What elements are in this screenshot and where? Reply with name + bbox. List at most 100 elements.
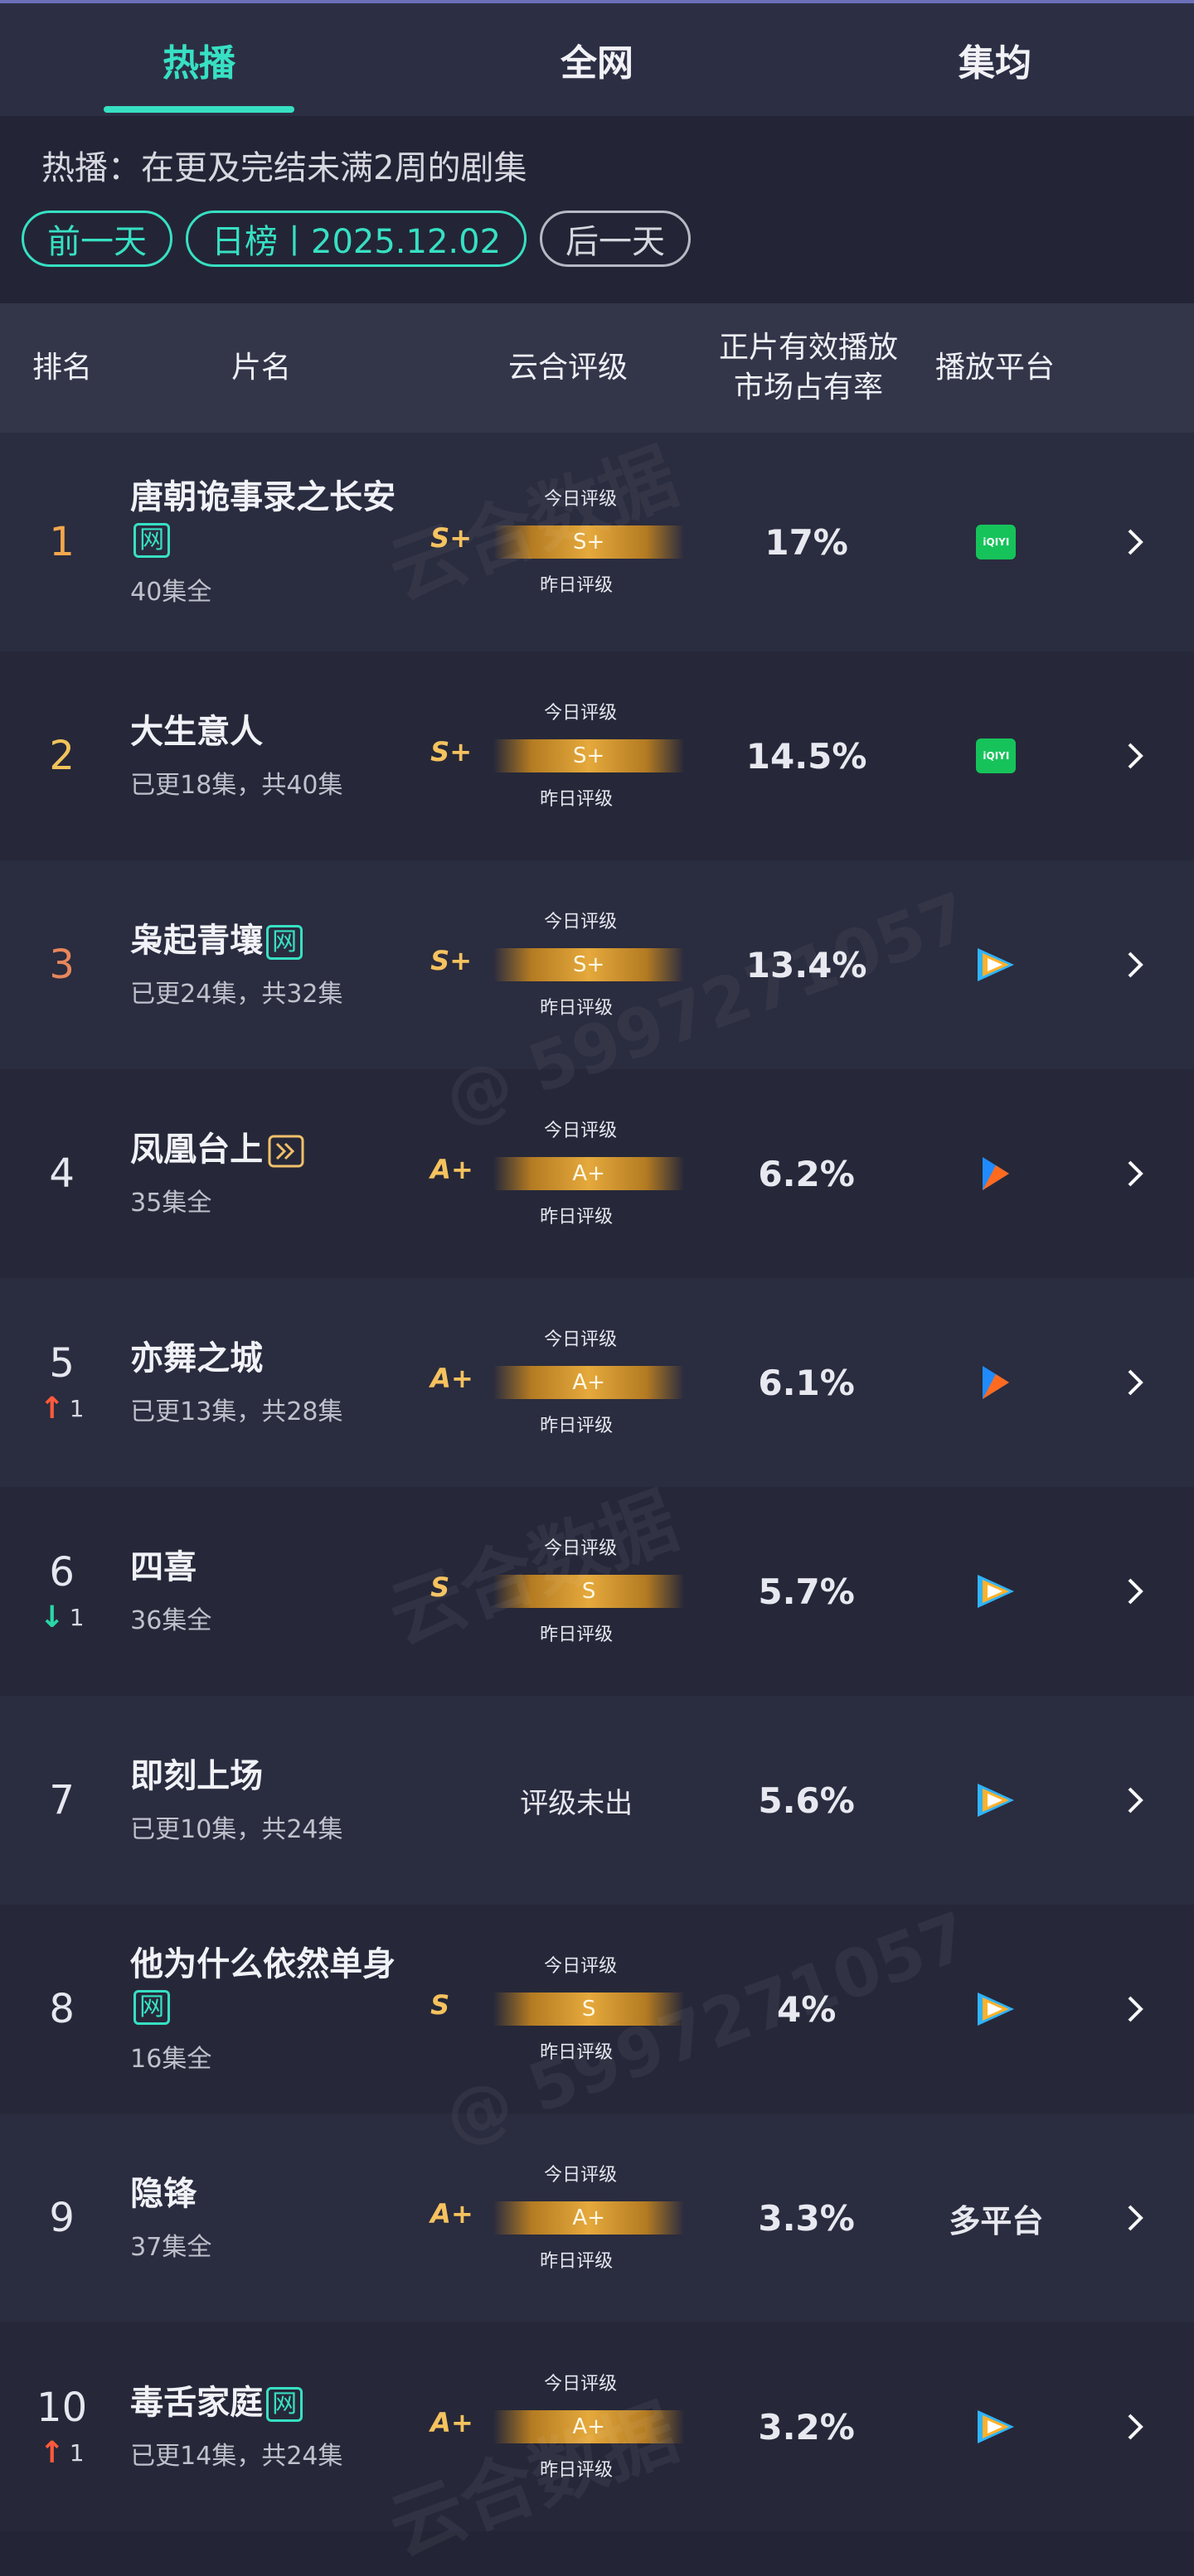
drama-title[interactable]: 他为什么依然单身	[130, 1945, 396, 1983]
fast-forward-badge-icon	[268, 1135, 304, 1168]
drama-title[interactable]: 亦舞之城	[130, 1339, 263, 1378]
row-detail-chevron-icon[interactable]	[1079, 2203, 1194, 2233]
rank-number: 7	[49, 1777, 75, 1823]
today-grade-label: 今日评级	[544, 489, 618, 510]
grade-cell: 今日评级 A+ A+ 昨日评级	[427, 1316, 699, 1449]
grade-letter: A+	[430, 2407, 473, 2438]
tencent-video-icon	[978, 1784, 1015, 1817]
tab-all-network[interactable]: 全网	[398, 3, 796, 116]
drama-title[interactable]: 唐朝诡事录之长安	[130, 478, 396, 516]
grade-bar-value: A+	[572, 1370, 605, 1395]
platform-cell	[914, 2407, 1079, 2447]
row-detail-chevron-icon[interactable]	[1079, 950, 1194, 980]
rank-number: 6	[49, 1548, 75, 1595]
arrow-up-icon: ↑	[39, 1391, 65, 1426]
today-grade-label: 今日评级	[544, 912, 618, 932]
table-row[interactable]: 3 枭起青壤网 已更24集，共32集 今日评级 S+ S+ 昨日评级 13.4%	[0, 860, 1194, 1069]
table-row[interactable]: 5 ↑ 1 亦舞之城 已更13集，共28集 今日评级 A+ A+ 昨日评级 6.…	[0, 1278, 1194, 1487]
grade-letter: A+	[430, 1363, 473, 1394]
tab-bar: 热播 全网 集均	[0, 3, 1194, 116]
episode-status: 已更14集，共24集	[130, 2442, 343, 2471]
grade-bar-value: S	[581, 1997, 596, 2022]
episode-status: 已更24集，共32集	[130, 980, 343, 1009]
rank-cell: 1	[0, 519, 124, 565]
grade-letter: S+	[430, 736, 473, 767]
table-row[interactable]: 1 唐朝诡事录之长安网 40集全 今日评级 S+ S+ 昨日评级 17% iQIY…	[0, 433, 1194, 651]
table-row[interactable]: 10 ↑ 1 毒舌家庭网 已更14集，共24集 今日评级 A+ A+ 昨日评级 …	[0, 2322, 1194, 2531]
title-cell: 大生意人 已更18集，共40集	[124, 711, 427, 801]
drama-title[interactable]: 凤凰台上	[130, 1131, 263, 1169]
today-grade-label: 今日评级	[544, 1121, 618, 1141]
table-row[interactable]: 8 他为什么依然单身网 16集全 今日评级 S S 昨日评级 4%	[0, 1905, 1194, 2114]
row-detail-chevron-icon[interactable]	[1079, 1368, 1194, 1397]
row-detail-chevron-icon[interactable]	[1079, 1785, 1194, 1815]
platform-cell: iQIYI	[914, 738, 1079, 773]
table-row[interactable]: 7 即刻上场 已更10集，共24集 评级未出 5.6%	[0, 1696, 1194, 1905]
grade-bar: S	[493, 1575, 685, 1608]
drama-title[interactable]: 四喜	[130, 1548, 197, 1586]
today-grade-label: 今日评级	[544, 1329, 618, 1350]
rank-change-value: 1	[69, 1603, 85, 1631]
row-detail-chevron-icon[interactable]	[1079, 741, 1194, 771]
row-detail-chevron-icon[interactable]	[1079, 2412, 1194, 2442]
next-day-button[interactable]: 后一天	[540, 211, 692, 267]
rank-cell: 9	[0, 2195, 124, 2241]
rank-cell: 7	[0, 1777, 124, 1823]
yesterday-grade-label: 昨日评级	[540, 2042, 614, 2063]
table-row[interactable]: 2 大生意人 已更18集，共40集 今日评级 S+ S+ 昨日评级 14.5% i…	[0, 651, 1194, 860]
rank-change-value: 1	[69, 2438, 85, 2467]
grade-bar-value: A+	[572, 2414, 605, 2439]
table-row[interactable]: 4 凤凰台上 35集全 今日评级 A+ A+ 昨日评级 6.2%	[0, 1069, 1194, 1278]
market-share: 3.2%	[758, 2406, 855, 2448]
rank-number: 1	[49, 519, 75, 565]
grade-bar: A+	[493, 2410, 685, 2443]
drama-title[interactable]: 隐锋	[130, 2175, 197, 2213]
platform-cell: iQIYI	[914, 525, 1079, 559]
platform-cell	[914, 945, 1079, 985]
grade-bar-value: S+	[573, 530, 605, 554]
grade-cell: 评级未出	[427, 1734, 699, 1867]
market-share: 4%	[776, 1988, 837, 2030]
table-row[interactable]: 9 隐锋 37集全 今日评级 A+ A+ 昨日评级 3.3% 多平台	[0, 2114, 1194, 2322]
drama-title[interactable]: 枭起青壤	[130, 922, 263, 960]
grade-cell: 今日评级 S S 昨日评级	[427, 1943, 699, 2075]
grade-bar-value: S+	[573, 952, 605, 977]
rank-cell: 3	[0, 942, 124, 988]
rank-number: 4	[49, 1150, 75, 1197]
date-navigation: 前一天 日榜丨2025.12.02 后一天	[22, 211, 692, 267]
prev-day-button[interactable]: 前一天	[22, 211, 172, 267]
grade-bar-value: A+	[572, 2206, 605, 2230]
tab-hot[interactable]: 热播	[0, 3, 398, 116]
yesterday-grade-label: 昨日评级	[540, 1207, 614, 1227]
youku-icon	[983, 1366, 1010, 1399]
row-detail-chevron-icon[interactable]	[1079, 1159, 1194, 1189]
rank-cell: 6 ↓ 1	[0, 1549, 124, 1634]
web-drama-badge: 网	[266, 2387, 303, 2422]
platform-cell: 多平台	[914, 2196, 1079, 2241]
today-grade-label: 今日评级	[544, 2374, 618, 2394]
row-detail-chevron-icon[interactable]	[1079, 1576, 1194, 1606]
drama-title-line: 亦舞之城	[130, 1338, 427, 1379]
drama-title[interactable]: 大生意人	[130, 713, 263, 751]
drama-title[interactable]: 即刻上场	[130, 1757, 263, 1795]
youku-icon	[983, 1157, 1010, 1190]
title-cell: 毒舌家庭网 已更14集，共24集	[124, 2382, 427, 2472]
row-detail-chevron-icon[interactable]	[1079, 1994, 1194, 2024]
header-share-line2: 市场占有率	[733, 370, 883, 404]
drama-title-line: 唐朝诡事录之长安网	[130, 477, 427, 559]
table-row[interactable]: 6 ↓ 1 四喜 36集全 今日评级 S S 昨日评级 5.7%	[0, 1487, 1194, 1696]
current-date-button[interactable]: 日榜丨2025.12.02	[186, 211, 527, 267]
grade-cell: 今日评级 S S 昨日评级	[427, 1525, 699, 1658]
grade-not-available: 评级未出	[520, 1787, 633, 1820]
tencent-video-icon	[978, 1993, 1015, 2026]
drama-title-line: 隐锋	[130, 2173, 427, 2215]
iqiyi-icon: iQIYI	[976, 525, 1017, 559]
tab-episode-average[interactable]: 集均	[796, 3, 1194, 116]
market-share: 5.7%	[758, 1571, 855, 1612]
drama-title-line: 即刻上场	[130, 1755, 427, 1797]
row-detail-chevron-icon[interactable]	[1079, 527, 1194, 557]
grade-cell: 今日评级 A+ A+ 昨日评级	[427, 1107, 699, 1240]
drama-title[interactable]: 毒舌家庭	[130, 2384, 263, 2422]
rank-number: 3	[49, 942, 75, 988]
platform-cell	[914, 1361, 1079, 1404]
